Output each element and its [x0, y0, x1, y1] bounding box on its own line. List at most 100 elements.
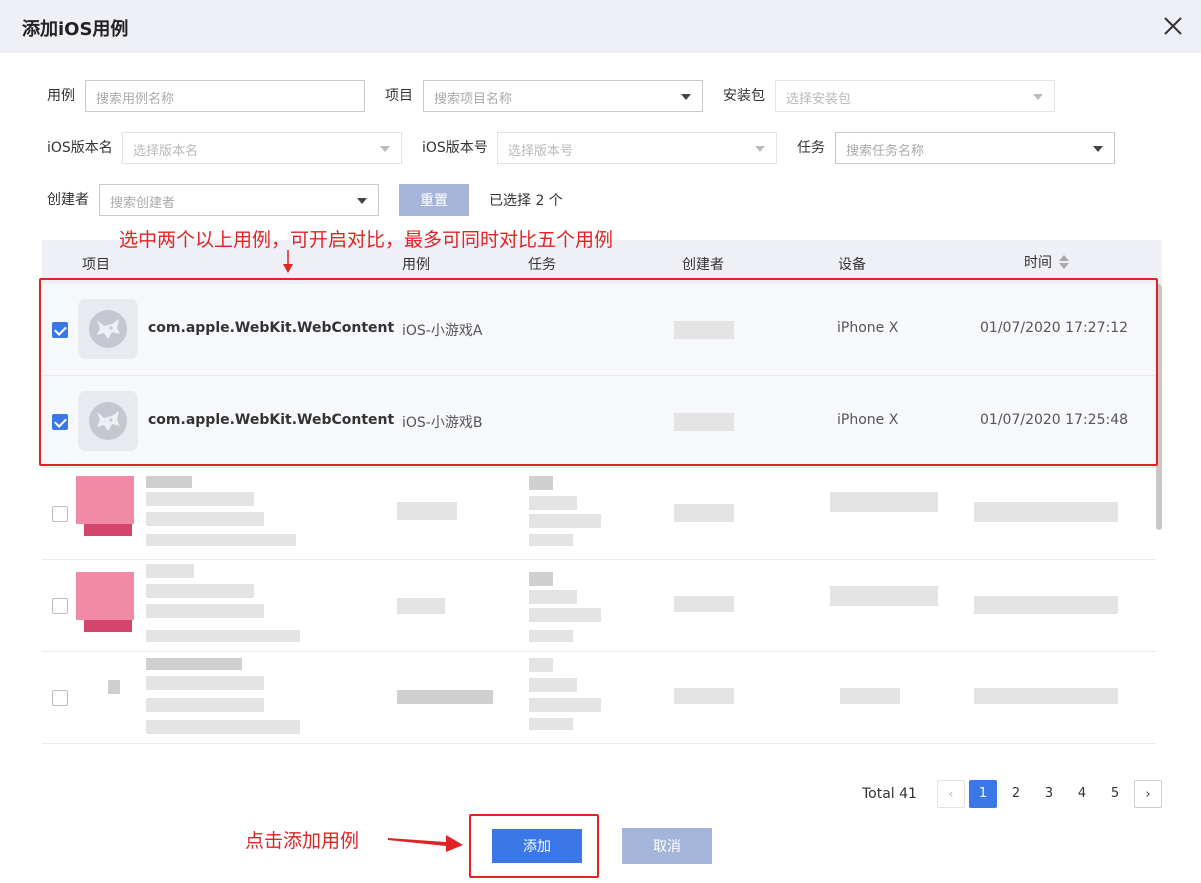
redacted-text: [146, 564, 194, 578]
task-select-placeholder: 搜索任务名称: [846, 144, 925, 159]
redacted-text: [146, 630, 300, 642]
redacted-creator: [674, 688, 734, 704]
redacted-task: [529, 572, 553, 586]
project-select[interactable]: 搜索项目名称: [423, 80, 703, 112]
ios-version-name-placeholder: 选择版本名: [133, 144, 199, 159]
case-filter-label: 用例: [47, 88, 75, 104]
redacted-app-icon: [108, 680, 120, 694]
redacted-text: [146, 698, 264, 712]
dialog-header: 添加iOS用例: [0, 0, 1201, 53]
project-select-placeholder: 搜索项目名称: [434, 92, 513, 107]
add-hint-annotation: 点击添加用例: [245, 830, 360, 852]
redacted-task: [529, 496, 577, 510]
redacted-task: [529, 678, 577, 692]
dialog-title: 添加iOS用例: [22, 19, 129, 40]
redacted-app-icon: [84, 524, 132, 536]
arrow-right-icon: [388, 835, 463, 852]
arrow-down-icon: [283, 250, 293, 273]
ios-version-no-placeholder: 选择版本号: [508, 144, 574, 159]
redacted-task: [529, 608, 601, 622]
redacted-task: [529, 718, 573, 730]
page-2-button[interactable]: 2: [1002, 780, 1030, 808]
redacted-device: [840, 688, 900, 704]
page-1-button[interactable]: 1: [969, 780, 997, 808]
case-search-placeholder: 搜索用例名称: [96, 92, 175, 107]
sort-icon[interactable]: [1059, 254, 1069, 270]
package-select-placeholder: 选择安装包: [786, 92, 852, 107]
table-row-redacted[interactable]: [42, 652, 1156, 744]
redacted-creator: [674, 596, 734, 612]
row-checkbox[interactable]: [52, 690, 68, 706]
redacted-case: [397, 690, 493, 704]
redacted-text: [146, 658, 242, 670]
column-header-device: 设备: [838, 257, 866, 273]
redacted-time: [974, 688, 1118, 704]
column-header-time[interactable]: 时间: [1024, 252, 1052, 272]
task-filter-label: 任务: [797, 140, 825, 156]
caret-down-icon: [681, 94, 691, 100]
redacted-case: [397, 598, 445, 614]
project-filter-label: 项目: [385, 88, 413, 104]
redacted-text: [146, 584, 254, 598]
caret-down-icon: [380, 146, 390, 152]
column-header-creator: 创建者: [682, 257, 724, 273]
redacted-app-icon: [76, 572, 134, 620]
ios-version-name-select[interactable]: 选择版本名: [122, 132, 402, 164]
page-3-button[interactable]: 3: [1035, 780, 1063, 808]
ios-version-no-select[interactable]: 选择版本号: [497, 132, 777, 164]
page-5-button[interactable]: 5: [1101, 780, 1129, 808]
table-row-redacted[interactable]: [42, 468, 1156, 560]
redacted-case: [397, 502, 457, 520]
caret-down-icon: [357, 198, 367, 204]
package-filter-label: 安装包: [723, 88, 765, 104]
redacted-task: [529, 476, 553, 490]
add-button[interactable]: 添加: [492, 829, 582, 863]
redacted-app-icon: [84, 620, 132, 632]
close-icon[interactable]: [1161, 14, 1185, 38]
column-header-case: 用例: [402, 257, 430, 273]
row-checkbox[interactable]: [52, 506, 68, 522]
redacted-task: [529, 534, 573, 546]
page-4-button[interactable]: 4: [1068, 780, 1096, 808]
pagination-total: Total 41: [862, 786, 917, 802]
prev-page-button[interactable]: ‹: [937, 780, 965, 808]
selected-rows-highlight: [39, 278, 1158, 466]
row-checkbox[interactable]: [52, 598, 68, 614]
reset-button[interactable]: 重置: [399, 184, 469, 216]
redacted-task: [529, 590, 577, 604]
add-ios-case-dialog: 添加iOS用例 用例 搜索用例名称 项目 搜索项目名称 安装包 选择安装包 iO…: [0, 0, 1201, 883]
redacted-device: [830, 586, 938, 606]
column-header-project: 项目: [82, 257, 110, 273]
redacted-task: [529, 630, 573, 642]
caret-down-icon: [1093, 146, 1103, 152]
redacted-text: [146, 720, 300, 734]
cancel-button[interactable]: 取消: [622, 828, 712, 864]
redacted-task: [529, 514, 601, 528]
caret-down-icon: [1033, 94, 1043, 100]
redacted-text: [146, 512, 264, 526]
redacted-text: [146, 604, 264, 618]
creator-select-placeholder: 搜索创建者: [110, 196, 176, 211]
selected-count-text: 已选择 2 个: [489, 193, 563, 209]
redacted-text: [146, 676, 264, 690]
redacted-app-icon: [76, 476, 134, 524]
redacted-device: [830, 492, 938, 512]
redacted-time: [974, 502, 1118, 522]
case-search-input[interactable]: 搜索用例名称: [85, 80, 365, 112]
creator-filter-label: 创建者: [47, 192, 89, 208]
compare-hint-annotation: 选中两个以上用例，可开启对比，最多可同时对比五个用例: [119, 229, 614, 251]
ios-version-no-label: iOS版本号: [422, 140, 488, 156]
ios-version-name-label: iOS版本名: [47, 140, 113, 156]
creator-select[interactable]: 搜索创建者: [99, 184, 379, 216]
redacted-time: [974, 596, 1118, 614]
redacted-text: [146, 492, 254, 506]
column-header-task: 任务: [528, 257, 556, 273]
package-select[interactable]: 选择安装包: [775, 80, 1055, 112]
table-row-redacted[interactable]: [42, 560, 1156, 652]
redacted-task: [529, 658, 553, 672]
caret-down-icon: [755, 146, 765, 152]
next-page-button[interactable]: ›: [1134, 780, 1162, 808]
redacted-text: [146, 534, 296, 546]
redacted-creator: [674, 504, 734, 522]
task-select[interactable]: 搜索任务名称: [835, 132, 1115, 164]
